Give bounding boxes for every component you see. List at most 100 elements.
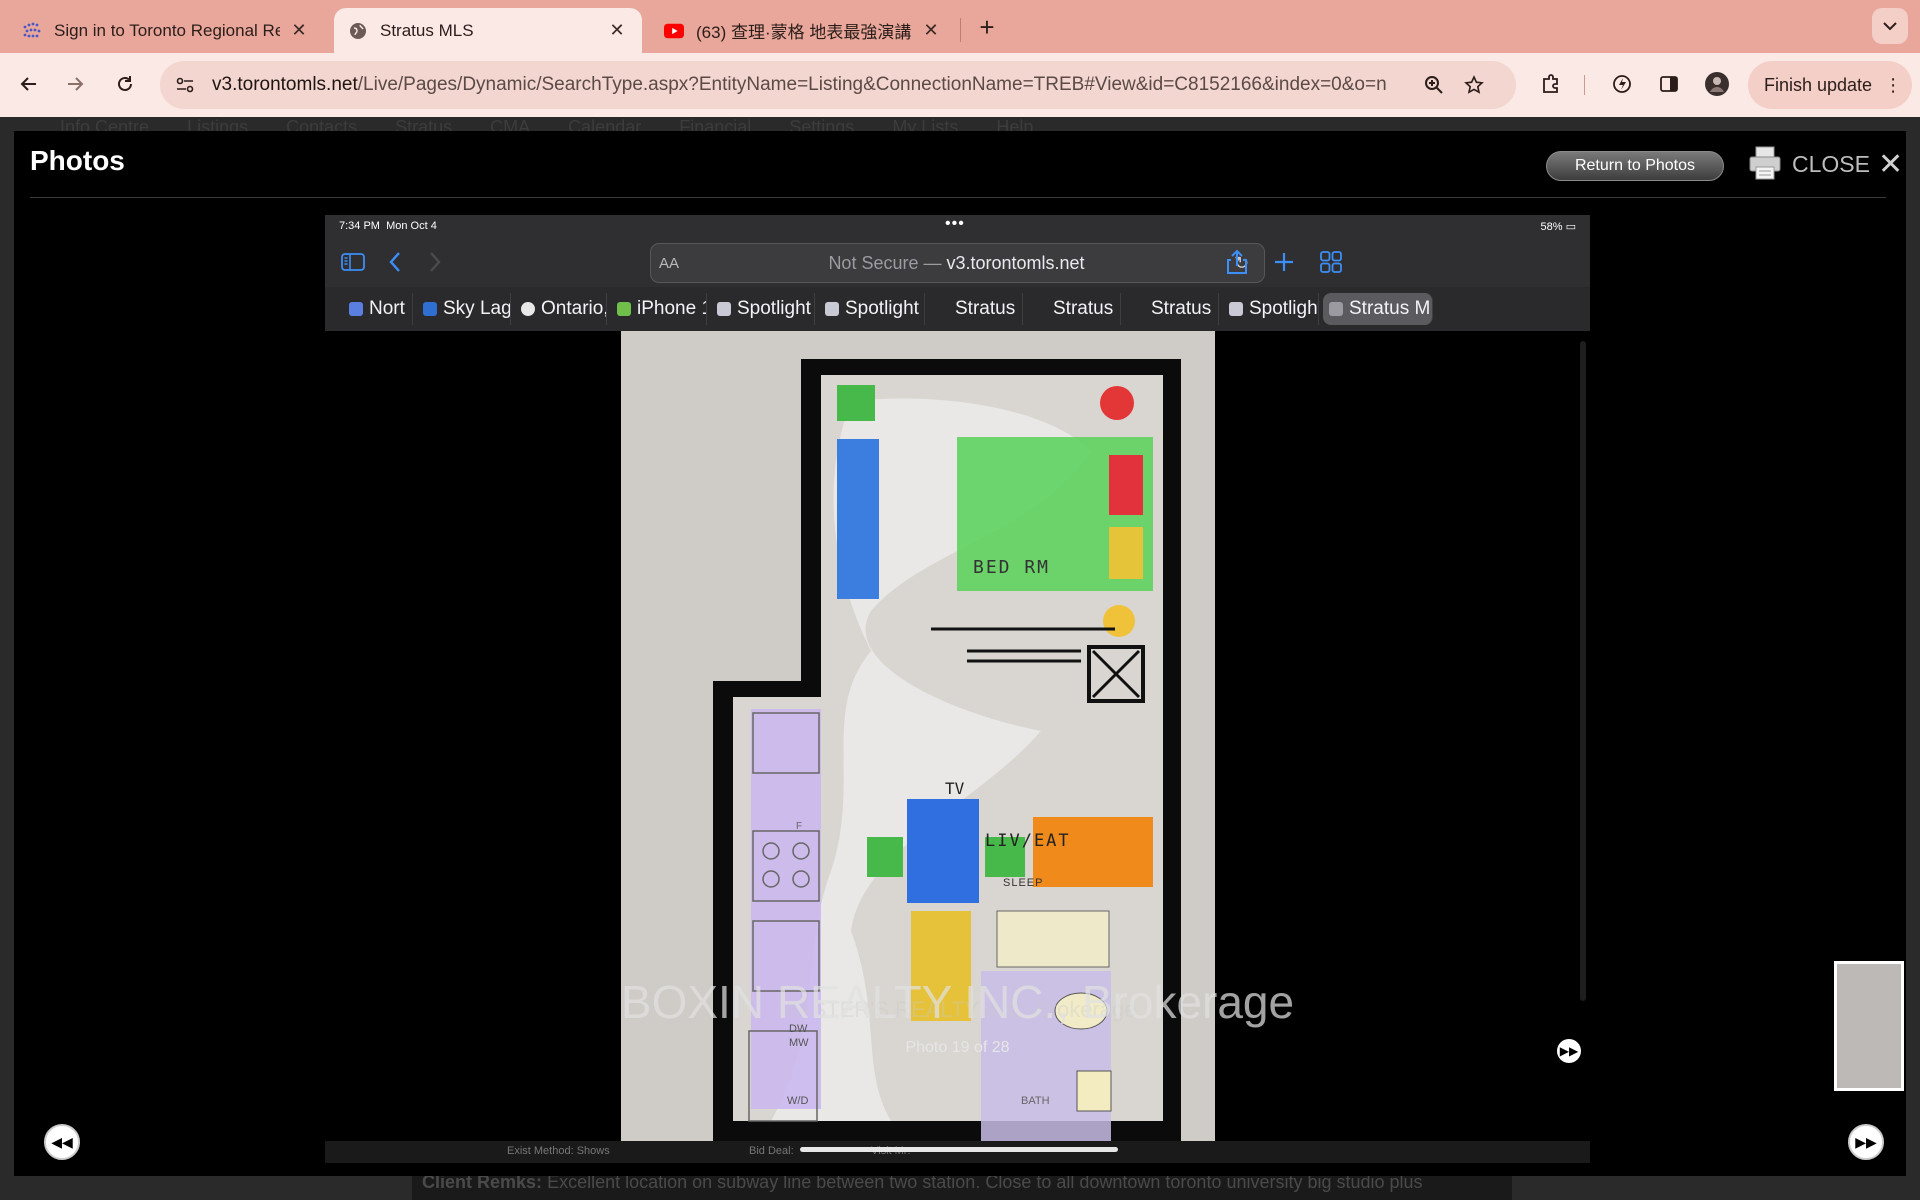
photo-lightbox: Photos Return to Photos CLOSE ✕ 7:34 PM … xyxy=(14,131,1906,1176)
ipad-multitask-dots: ••• xyxy=(945,215,965,232)
listing-photo: 7:34 PM Mon Oct 4 ••• 58% ▭ AA Not Secur… xyxy=(325,215,1590,1163)
tab-title: Stratus MLS xyxy=(380,20,474,40)
title-divider xyxy=(30,197,1886,198)
ipad-address-text: Not Secure — v3.torontomls.net xyxy=(679,253,1234,274)
ipad-safari-toolbar: AA Not Secure — v3.torontomls.net ↻ xyxy=(325,237,1590,287)
photo-thumbnail[interactable] xyxy=(1834,961,1904,1091)
ipad-tab-title: Spotlight xyxy=(845,298,919,319)
side-panel-icon[interactable] xyxy=(1652,67,1686,101)
close-tab-icon xyxy=(1329,302,1343,316)
back-button[interactable] xyxy=(12,67,46,101)
label-bath: BATH xyxy=(1021,1095,1050,1107)
ipad-forward-icon xyxy=(421,249,449,275)
ipad-tab: Spotlight xyxy=(819,293,925,325)
ipad-tab-overview-icon xyxy=(1317,249,1345,275)
ipad-tab: Stratus M xyxy=(1125,293,1219,325)
new-tab-button[interactable]: + xyxy=(972,12,1002,42)
tab-stratus-mls[interactable]: Stratus MLS ✕ xyxy=(334,8,642,53)
page-icon xyxy=(349,302,363,316)
address-bar[interactable]: v3.torontomls.net/Live/Pages/Dynamic/Sea… xyxy=(160,61,1516,109)
ipad-tab-bar: Nort Sky Lago Ontario, ( iPhone 13 Spotl… xyxy=(325,287,1590,331)
close-label: CLOSE xyxy=(1792,151,1870,177)
url-host: v3.torontomls.net xyxy=(212,74,358,95)
ipad-tab-title: Ontario, ( xyxy=(541,298,607,319)
lightbox-title: Photos xyxy=(30,145,125,176)
spotlight-icon xyxy=(717,302,731,316)
youtube-icon xyxy=(664,21,684,41)
ipad-tab: Ontario, ( xyxy=(515,293,607,325)
label-bedroom: BED RM xyxy=(973,557,1051,578)
forward-button[interactable] xyxy=(58,67,92,101)
page-icon xyxy=(1033,302,1047,316)
spotlight-icon xyxy=(1229,302,1243,316)
profile-avatar-icon[interactable] xyxy=(1700,67,1734,101)
watermark: BOXIN REALTY INC., Brokerage xyxy=(620,976,1295,1028)
battery-percent: 58% xyxy=(1540,221,1563,233)
return-to-photos-button[interactable]: Return to Photos xyxy=(1546,151,1724,181)
extensions-icon[interactable] xyxy=(1534,67,1568,101)
ipad-tab: Sky Lago xyxy=(417,293,511,325)
url-path: /Live/Pages/Dynamic/SearchType.aspx?Enti… xyxy=(357,74,1387,95)
ipad-back-icon xyxy=(381,249,409,275)
site-settings-icon[interactable] xyxy=(168,68,202,102)
close-tab-icon[interactable]: ✕ xyxy=(606,20,628,42)
ghost-text: Bid Deal: xyxy=(749,1145,794,1157)
toolbar-divider xyxy=(1584,75,1585,95)
ipad-tab: Nort xyxy=(343,293,413,325)
ipad-tab: Stratus M xyxy=(1027,293,1121,325)
page-icon xyxy=(1131,302,1145,316)
ipad-home-area: Exist Method: Shows Bid Deal: Visit Mr: xyxy=(325,1141,1590,1163)
ipad-tab: Spotlight xyxy=(1223,293,1319,325)
reader-aa-label: AA xyxy=(659,254,680,272)
dotted-grid-icon xyxy=(22,21,42,41)
close-icon: ✕ xyxy=(1877,147,1904,181)
ipad-new-tab-icon xyxy=(1270,249,1298,275)
reload-button[interactable] xyxy=(108,67,142,101)
ipad-time-text: 7:34 PM xyxy=(339,220,380,232)
previous-photo-button[interactable]: ◀◀ xyxy=(44,1124,80,1160)
tab-sign-in[interactable]: Sign in to Toronto Regional Re ✕ xyxy=(8,8,324,53)
ipad-address-host: v3.torontomls.net xyxy=(946,252,1085,273)
label-fridge: F xyxy=(796,821,803,832)
sidebar-icon xyxy=(339,249,367,275)
ipad-tab: Stratus M xyxy=(929,293,1023,325)
close-tab-icon[interactable]: ✕ xyxy=(920,20,942,42)
page-icon xyxy=(935,302,949,316)
url-text: v3.torontomls.net/Live/Pages/Dynamic/Sea… xyxy=(212,74,1417,96)
close-tab-icon[interactable]: ✕ xyxy=(288,20,310,42)
performance-icon[interactable] xyxy=(1605,67,1639,101)
label-living: LIV/EAT xyxy=(985,831,1071,851)
ipad-tab-title: Stratus M xyxy=(1349,298,1431,319)
reload-icon xyxy=(118,76,132,91)
close-button[interactable]: CLOSE ✕ xyxy=(1792,147,1904,181)
zoom-icon[interactable] xyxy=(1417,68,1451,102)
ipad-tab-title: Stratus M xyxy=(1053,298,1120,319)
ipad-tab-selected: Stratus M xyxy=(1323,293,1433,325)
finish-update-button[interactable]: Finish update ⋮ xyxy=(1748,61,1912,109)
print-icon[interactable] xyxy=(1748,145,1782,181)
ipad-date-text: Mon Oct 4 xyxy=(386,220,437,232)
page-icon xyxy=(617,302,631,316)
page-icon xyxy=(423,302,437,316)
ipad-tab-title: Spotlight xyxy=(737,298,811,319)
page-icon xyxy=(521,302,535,316)
ipad-address-bar: AA Not Secure — v3.torontomls.net ↻ xyxy=(650,243,1265,283)
ipad-tab-title: Stratus M xyxy=(1151,298,1218,319)
photo-counter: Photo 19 of 28 xyxy=(905,1039,1010,1056)
ipad-home-indicator xyxy=(800,1147,1118,1152)
spotlight-icon xyxy=(825,302,839,316)
ipad-tab-title: Nort xyxy=(369,298,405,319)
ipad-scrollbar xyxy=(1580,341,1586,1001)
chevron-down-icon xyxy=(1883,22,1897,31)
browser-toolbar: v3.torontomls.net/Live/Pages/Dynamic/Sea… xyxy=(0,53,1920,117)
tab-search-button[interactable] xyxy=(1872,8,1908,44)
label-sleep: SLEEP xyxy=(1003,877,1044,889)
fast-forward-icon[interactable]: ▶▶ xyxy=(1557,1039,1581,1063)
ipad-tab-title: Stratus M xyxy=(955,298,1022,319)
tab-youtube[interactable]: (63) 查理·蒙格 地表最強演講: ✕ xyxy=(650,8,956,53)
ipad-time: 7:34 PM Mon Oct 4 xyxy=(339,220,437,232)
tab-title: (63) 查理·蒙格 地表最強演講: xyxy=(696,23,912,42)
not-secure-text: Not Secure — xyxy=(828,252,947,273)
bookmark-star-icon[interactable] xyxy=(1457,68,1491,102)
next-photo-button[interactable]: ▶▶ xyxy=(1848,1124,1884,1160)
